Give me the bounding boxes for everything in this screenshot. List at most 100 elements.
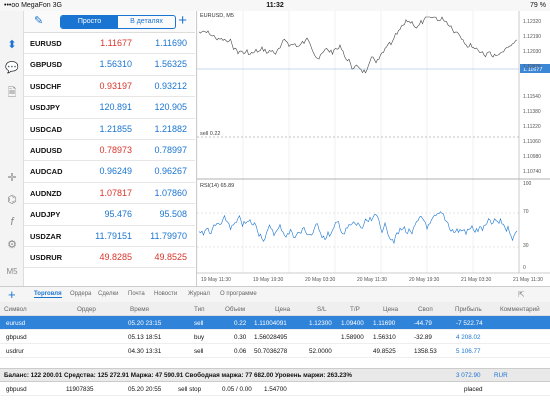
price-chart[interactable]: sell 0.22 EURUSD, M5 RSI(14) 65.89 1.116…	[196, 11, 550, 286]
add-symbol-icon[interactable]: +	[178, 13, 187, 29]
col-volume[interactable]: Объем	[225, 306, 245, 313]
quote-symbol: USDCAD	[30, 124, 63, 134]
tab-journal[interactable]: Журнал	[188, 291, 210, 297]
price-tick-label: 1.11380	[523, 109, 541, 115]
cell-order: 11907835	[66, 386, 94, 393]
bars-icon[interactable]: ⬍	[0, 38, 24, 52]
quote-symbol: USDJPY	[30, 103, 61, 113]
cell-price: 1.56028495	[254, 334, 288, 341]
price-tick-label: 1.12320	[523, 19, 541, 25]
quote-ask: 1.56325	[154, 59, 187, 70]
col-symbol[interactable]: Символ	[4, 306, 27, 313]
function-icon[interactable]: f	[0, 215, 24, 229]
status-bar: •••oo MegaFon 3G 11:32 79 %	[0, 0, 550, 11]
terminal-tab-bar: + Торговля Ордера Сделки Почта Новости Ж…	[0, 286, 550, 302]
quote-ask: 1.07860	[154, 187, 187, 198]
col-tp[interactable]: T/P	[350, 306, 360, 313]
col-price[interactable]: Цена	[275, 306, 290, 313]
tab-deals[interactable]: Сделки	[98, 291, 118, 297]
timeframe-button[interactable]: M5	[0, 265, 24, 279]
quote-row[interactable]: USDZAR 11.79151 11.79970	[24, 226, 195, 247]
quote-bid: 0.96249	[99, 166, 132, 177]
rsi-series	[198, 211, 518, 245]
objects-icon[interactable]: ⌬	[0, 193, 24, 207]
cell-price: 1.54700	[264, 386, 287, 393]
sell-line-label: sell 0.22	[200, 131, 221, 137]
quote-row[interactable]: AUDJPY 95.476 95.508	[24, 204, 195, 226]
quote-row[interactable]: AUDNZD 1.07817 1.07860	[24, 183, 195, 205]
time-tick-label: 21 May 03:30	[461, 277, 492, 283]
quote-row[interactable]: USDJPY 120.891 120.905	[24, 97, 195, 119]
pencil-icon[interactable]: ✎	[34, 15, 43, 27]
cell-time: 05.13 18:51	[128, 334, 162, 341]
col-sl[interactable]: S/L	[317, 306, 326, 313]
table-row[interactable]: usdrur 04.30 13:31 sell 0.06 50.7036278 …	[0, 344, 550, 358]
new-order-icon[interactable]: +	[8, 287, 16, 302]
quote-ask: 11.79970	[150, 230, 187, 241]
quote-row[interactable]: EURUSD 1.11677 1.11690	[24, 33, 195, 55]
cell-type: sell	[194, 348, 204, 355]
col-time[interactable]: Время	[130, 306, 149, 313]
cell-type: sell stop	[178, 386, 202, 393]
cell-symbol: eurusd	[6, 320, 26, 327]
table-row[interactable]: gbpusd 05.13 18:51 buy 0.30 1.56028495 1…	[0, 330, 550, 344]
price-tick-label: 1.11060	[523, 139, 541, 145]
quote-bid: 120.891	[99, 102, 132, 113]
price-tick-label: 1.10980	[523, 154, 541, 160]
cell-symbol: usdrur	[6, 348, 24, 355]
quotes-toolbar: ✎ Просто В деталях +	[24, 11, 195, 33]
settings-icon[interactable]: ⚙	[0, 238, 24, 252]
cell-sl: 1.12300	[309, 320, 332, 327]
quote-row[interactable]: USDCAD 1.21855 1.21882	[24, 119, 195, 140]
tab-details[interactable]: В деталях	[118, 16, 175, 28]
quote-bid: 1.56310	[99, 59, 132, 70]
col-profit[interactable]: Прибыль	[455, 306, 482, 313]
col-type[interactable]: Тип	[194, 306, 205, 313]
col-current-price[interactable]: Цена	[383, 306, 398, 313]
col-comment[interactable]: Комментарий	[500, 306, 540, 313]
cell-volume: 0.05 / 0.00	[222, 386, 252, 393]
cell-volume: 0.30	[234, 334, 247, 341]
tab-simple[interactable]: Просто	[61, 16, 118, 28]
quote-row[interactable]: AUDCAD 0.96249 0.96267	[24, 161, 195, 183]
pending-order-row[interactable]: gbpusd 11907835 05.20 20:55 sell stop 0.…	[0, 382, 550, 396]
col-order[interactable]: Ордер	[77, 306, 96, 313]
time-tick-label: 19 May 11:30	[201, 277, 231, 283]
chat-icon[interactable]: 💬	[0, 61, 24, 75]
time-tick-label: 20 May 11:30	[357, 277, 387, 283]
quote-ask: 95.508	[159, 209, 187, 220]
quote-row[interactable]: USDRUR 49.8285 49.8525	[24, 247, 195, 269]
resize-icon[interactable]: ⇱	[518, 290, 525, 299]
battery-label: 79 %	[530, 2, 546, 9]
tab-news[interactable]: Новости	[154, 291, 177, 297]
chart-svg: sell 0.22 EURUSD, M5 RSI(14) 65.89 1.116…	[197, 11, 550, 283]
cell-profit: 4 208.02	[456, 334, 481, 341]
quote-ask: 0.78997	[154, 145, 187, 155]
cell-type: buy	[194, 334, 205, 341]
quote-symbol: USDCHF	[30, 81, 62, 91]
quote-symbol: GBPUSD	[30, 60, 63, 70]
crosshair-icon[interactable]: ✛	[0, 171, 24, 185]
quote-row[interactable]: AUDUSD 0.78973 0.78997	[24, 140, 195, 162]
cell-volume: 0.06	[234, 348, 247, 355]
tab-about[interactable]: О программе	[220, 291, 257, 297]
cell-swap: -44.79	[414, 320, 432, 327]
price-tick-label: 1.12030	[523, 49, 541, 55]
currency-label: RUR	[494, 372, 508, 379]
cell-type: sell	[194, 320, 204, 327]
rsi-tick-label: 0	[523, 265, 526, 271]
rsi-tick-label: 100	[523, 181, 532, 187]
quote-row[interactable]: USDCHF 0.93197 0.93212	[24, 76, 195, 98]
price-series	[198, 16, 518, 74]
cell-symbol: gbpusd	[6, 334, 27, 341]
col-swap[interactable]: Своп	[418, 306, 433, 313]
table-row[interactable]: eurusd 05.20 23:15 sell 0.22 1.11004091 …	[0, 316, 550, 330]
document-icon[interactable]: 🗎	[0, 86, 24, 100]
tab-trade[interactable]: Торговля	[34, 291, 62, 298]
tab-orders[interactable]: Ордера	[70, 291, 91, 297]
cell-time: 05.20 23:15	[128, 320, 162, 327]
quote-bid: 1.11677	[100, 38, 132, 48]
quote-row[interactable]: GBPUSD 1.56310 1.56325	[24, 54, 195, 76]
balance-bar: Баланс: 122 200.01 Средства: 125 272.91 …	[0, 368, 550, 382]
tab-mail[interactable]: Почта	[128, 291, 145, 297]
